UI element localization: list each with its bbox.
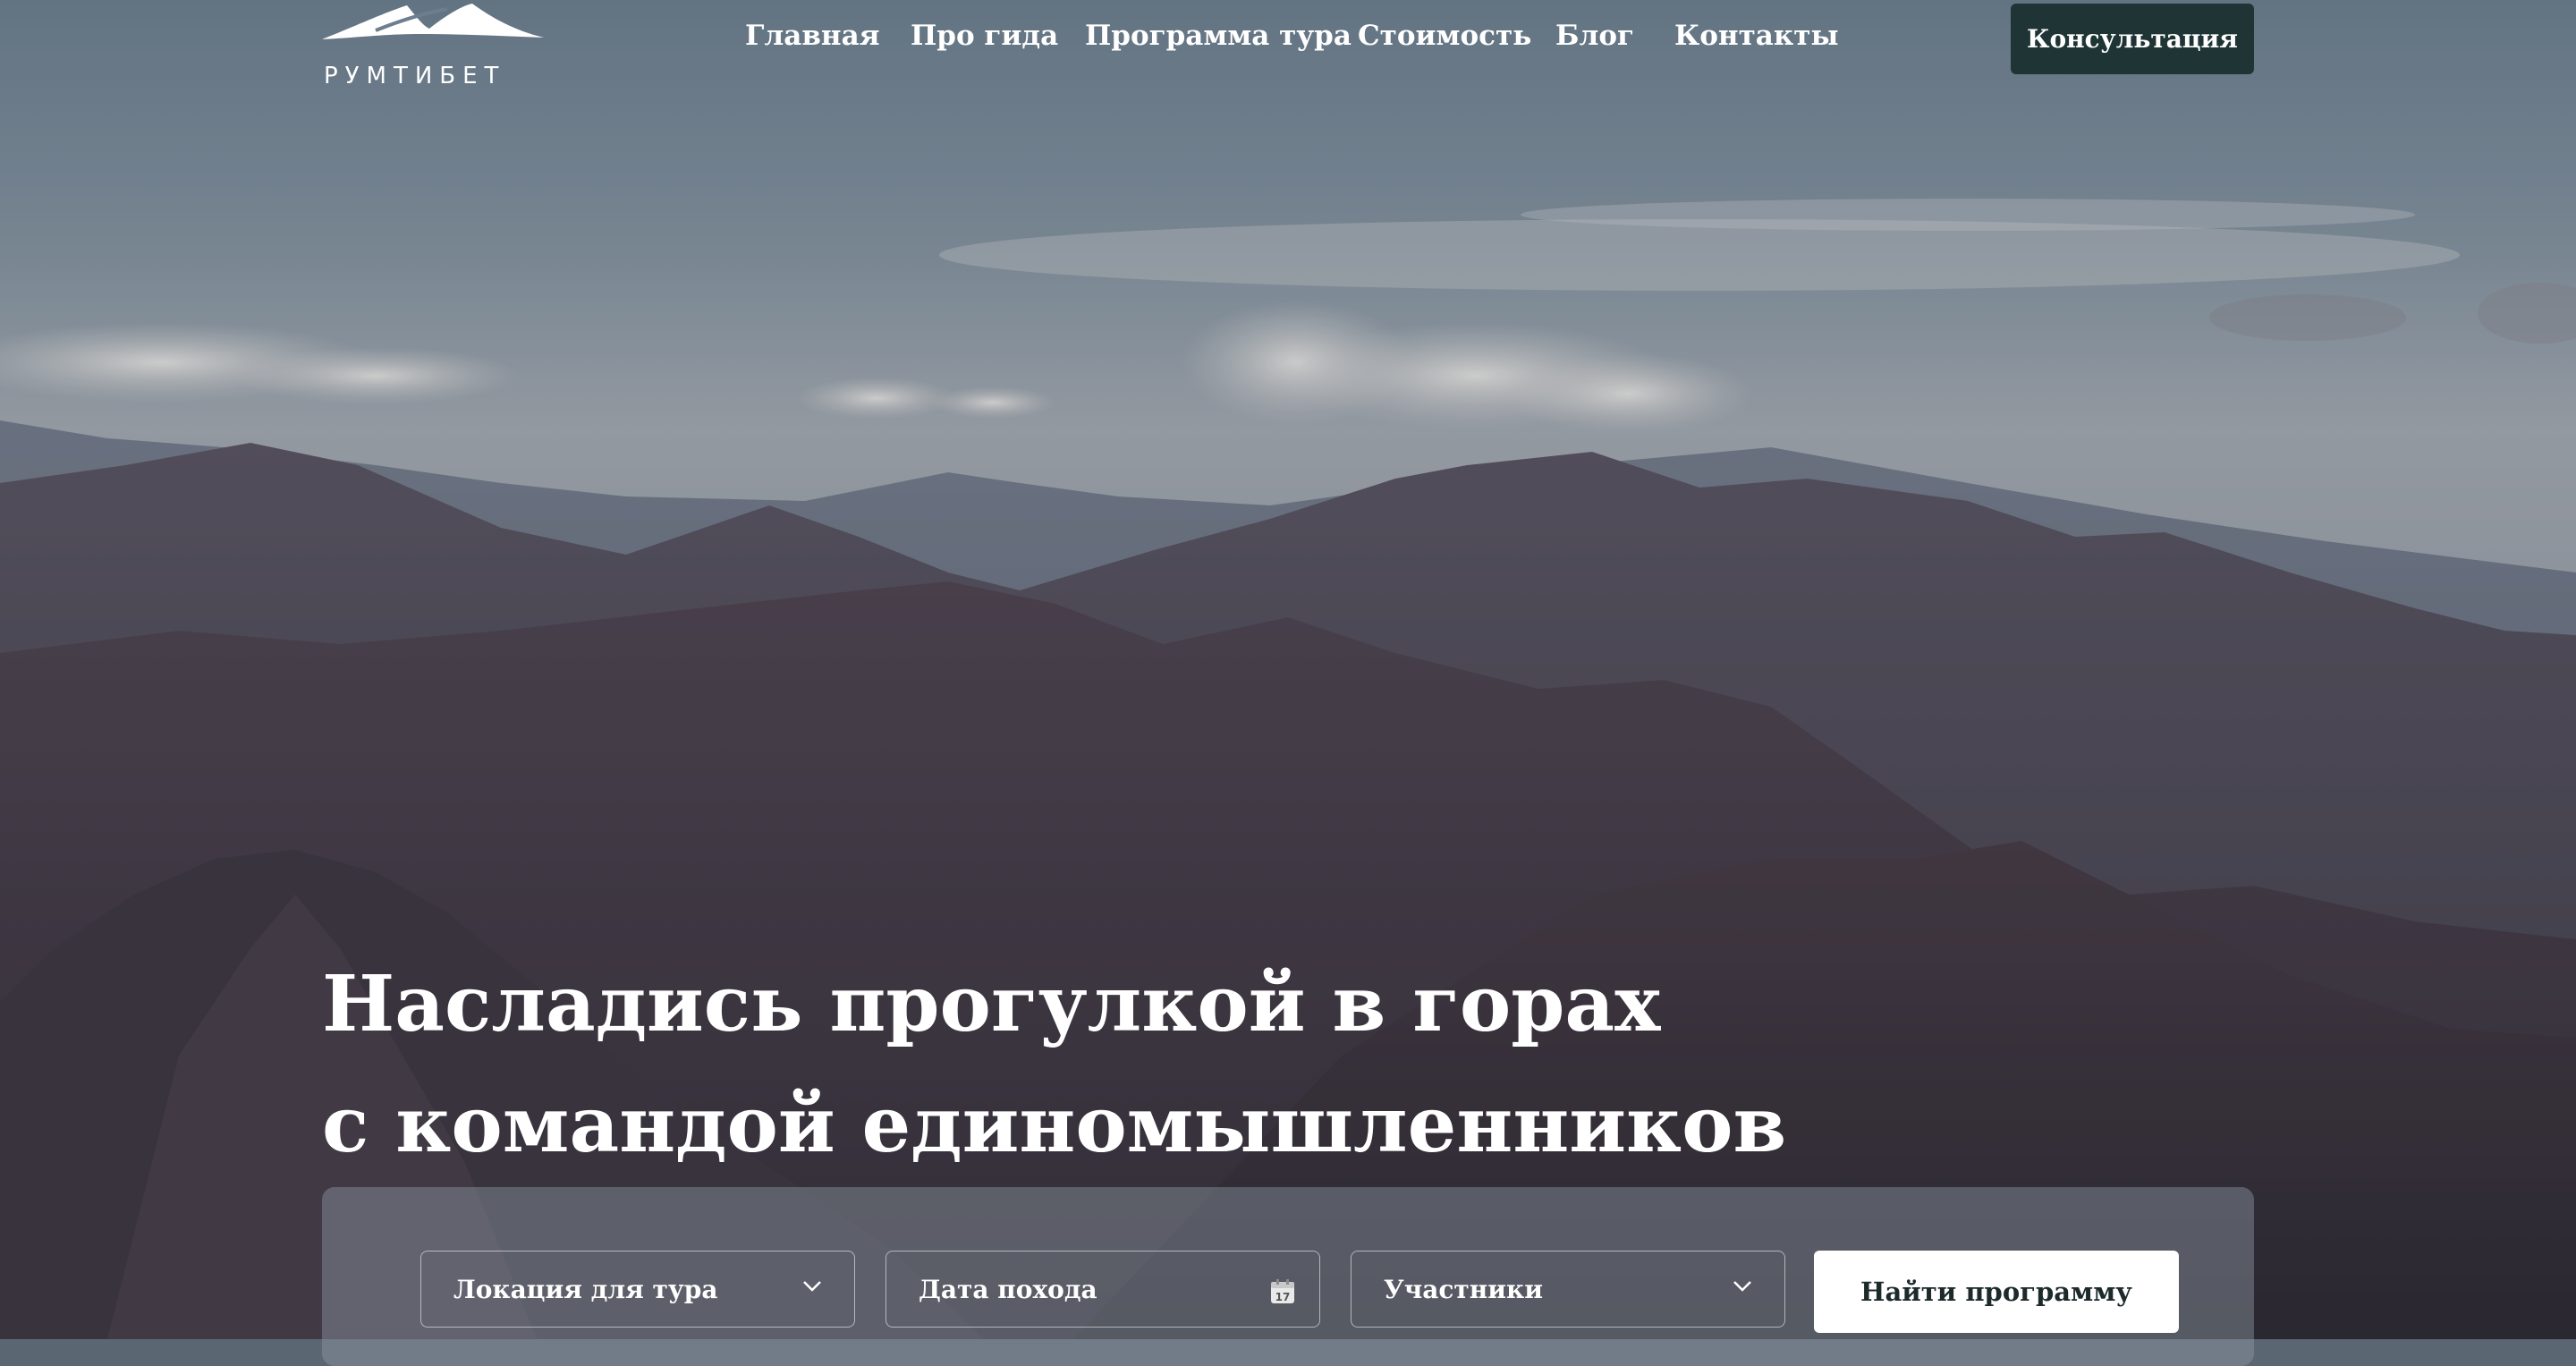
nav-item-about-guide[interactable]: Про гида bbox=[911, 20, 1058, 52]
nav-item-blog[interactable]: Блог bbox=[1555, 20, 1634, 52]
participants-select[interactable]: Участники bbox=[1351, 1251, 1785, 1328]
hero-headline-line1: Насладись прогулкой в горах bbox=[322, 959, 1661, 1049]
calendar-icon[interactable]: 17 bbox=[1269, 1278, 1296, 1305]
find-program-button[interactable]: Найти программу bbox=[1814, 1251, 2179, 1333]
participants-select-label: Участники bbox=[1384, 1274, 1544, 1304]
calendar-day: 17 bbox=[1275, 1291, 1291, 1303]
nav-item-contacts[interactable]: Контакты bbox=[1674, 20, 1839, 52]
brand-name: РУМТИБЕТ bbox=[324, 63, 506, 89]
chevron-down-icon bbox=[1733, 1281, 1751, 1292]
chevron-down-icon bbox=[803, 1281, 821, 1292]
date-input[interactable]: Дата похода 17 bbox=[886, 1251, 1320, 1328]
consultation-button[interactable]: Консультация bbox=[2011, 4, 2254, 74]
nav-item-home[interactable]: Главная bbox=[745, 20, 880, 52]
date-input-label: Дата похода bbox=[919, 1274, 1097, 1304]
hero-headline: Насладись прогулкой в горах с командой е… bbox=[322, 944, 1786, 1185]
tour-search-panel: Локация для тура Дата похода 17 Участник… bbox=[322, 1187, 2254, 1366]
hero-headline-line2: с командой единомышленников bbox=[322, 1080, 1787, 1170]
nav-item-tour-program[interactable]: Программа тура bbox=[1085, 20, 1352, 52]
location-select-label: Локация для тура bbox=[453, 1274, 718, 1304]
nav-item-price[interactable]: Стоимость bbox=[1358, 20, 1531, 52]
location-select[interactable]: Локация для тура bbox=[420, 1251, 855, 1328]
